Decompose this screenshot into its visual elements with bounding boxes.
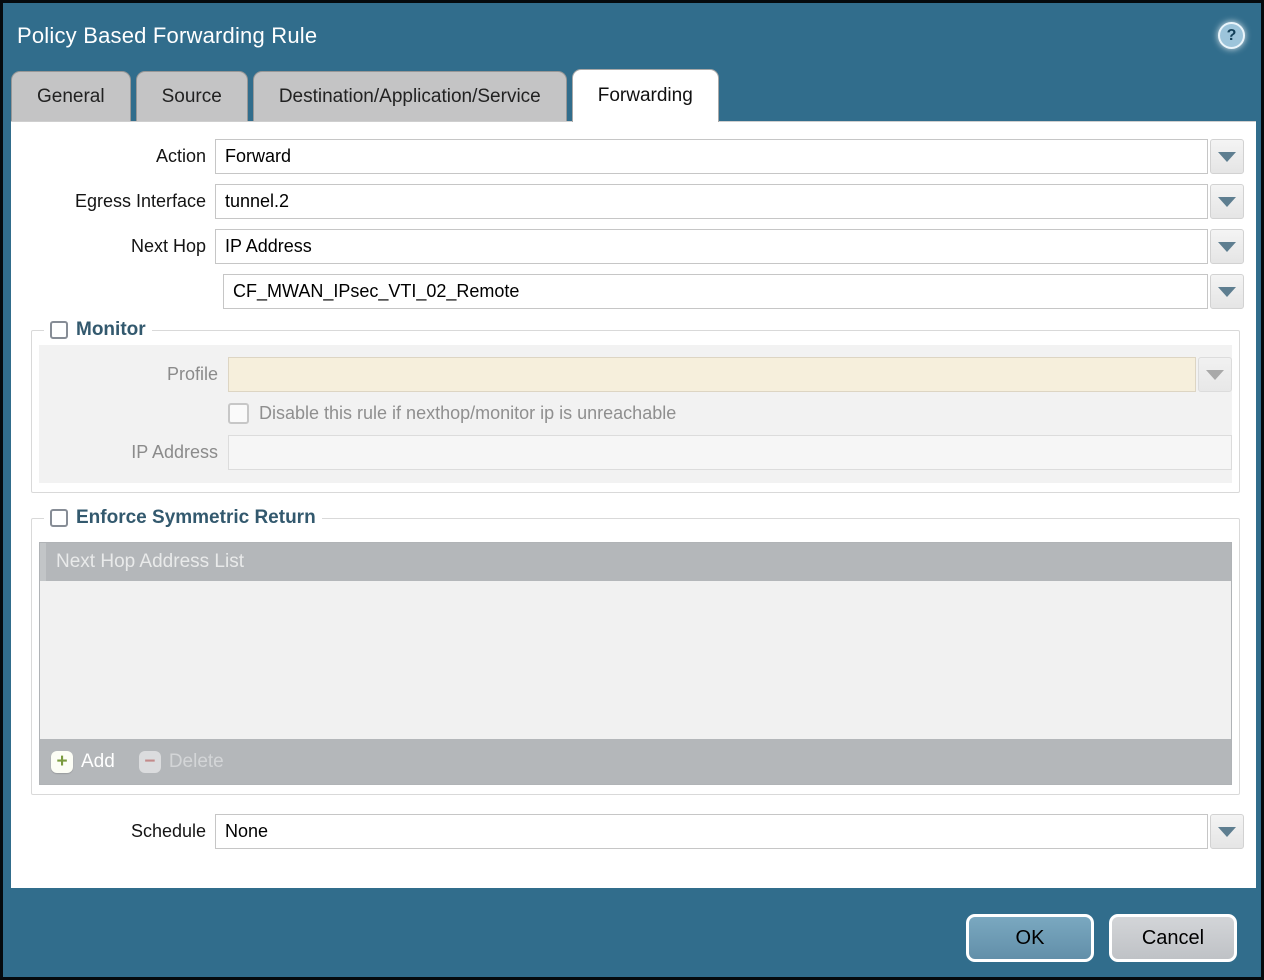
profile-label: Profile <box>39 364 228 385</box>
enforce-symmetric-return-section: Enforce Symmetric Return Next Hop Addres… <box>31 507 1240 795</box>
monitor-ip-row: IP Address <box>39 435 1232 470</box>
profile-select[interactable] <box>228 357 1196 392</box>
dialog-titlebar: Policy Based Forwarding Rule ? <box>3 3 1261 68</box>
table-body[interactable] <box>40 581 1231 739</box>
table-footer: + Add − Delete <box>40 739 1231 784</box>
chevron-down-icon <box>1218 242 1236 252</box>
chevron-down-icon <box>1218 152 1236 162</box>
delete-button-label: Delete <box>169 751 224 773</box>
add-button[interactable]: + Add <box>51 751 115 773</box>
schedule-label: Schedule <box>11 821 215 842</box>
chevron-down-icon <box>1206 370 1224 380</box>
egress-interface-dropdown-button[interactable] <box>1210 184 1244 219</box>
disable-rule-checkbox[interactable] <box>228 403 249 424</box>
next-hop-dropdown-button[interactable] <box>1210 229 1244 264</box>
next-hop-type-select[interactable]: IP Address <box>215 229 1208 264</box>
chevron-down-icon <box>1218 287 1236 297</box>
profile-dropdown-button[interactable] <box>1198 357 1232 392</box>
dialog-title: Policy Based Forwarding Rule <box>17 23 317 49</box>
egress-interface-label: Egress Interface <box>11 191 215 212</box>
forwarding-tab-content: Action Forward Egress Interface tunnel.2… <box>11 121 1256 888</box>
chevron-down-icon <box>1218 197 1236 207</box>
enforce-symmetric-return-legend: Enforce Symmetric Return <box>44 507 322 529</box>
next-hop-label: Next Hop <box>11 236 215 257</box>
policy-based-forwarding-dialog: Policy Based Forwarding Rule ? General S… <box>0 0 1264 980</box>
ok-button[interactable]: OK <box>966 914 1094 962</box>
schedule-dropdown-button[interactable] <box>1210 814 1244 849</box>
plus-icon: + <box>51 751 73 773</box>
monitor-ip-label: IP Address <box>39 442 228 463</box>
schedule-row: Schedule None <box>11 814 1244 849</box>
action-select[interactable]: Forward <box>215 139 1208 174</box>
minus-icon: − <box>139 751 161 773</box>
next-hop-address-list-table: Next Hop Address List + Add − Delete <box>39 542 1232 785</box>
action-dropdown-button[interactable] <box>1210 139 1244 174</box>
egress-interface-select[interactable]: tunnel.2 <box>215 184 1208 219</box>
schedule-select[interactable]: None <box>215 814 1208 849</box>
disable-rule-label: Disable this rule if nexthop/monitor ip … <box>259 403 676 424</box>
tab-destination-application-service[interactable]: Destination/Application/Service <box>253 71 567 121</box>
cancel-button[interactable]: Cancel <box>1109 914 1237 962</box>
egress-interface-row: Egress Interface tunnel.2 <box>11 184 1244 219</box>
tab-source[interactable]: Source <box>136 71 248 121</box>
monitor-section: Monitor Profile Disable this rule if nex… <box>31 319 1240 493</box>
chevron-down-icon <box>1218 827 1236 837</box>
action-label: Action <box>11 146 215 167</box>
tab-general[interactable]: General <box>11 71 131 121</box>
help-icon[interactable]: ? <box>1218 22 1245 49</box>
disable-rule-row: Disable this rule if nexthop/monitor ip … <box>39 403 1232 424</box>
next-hop-address-select[interactable]: CF_MWAN_IPsec_VTI_02_Remote <box>223 274 1208 309</box>
enforce-symmetric-return-label: Enforce Symmetric Return <box>76 507 316 529</box>
profile-row: Profile <box>39 357 1232 392</box>
dialog-footer: OK Cancel <box>966 914 1237 962</box>
enforce-symmetric-return-checkbox[interactable] <box>50 509 68 527</box>
tab-strip: General Source Destination/Application/S… <box>3 68 1261 121</box>
table-header-label: Next Hop Address List <box>56 551 244 573</box>
add-button-label: Add <box>81 751 115 773</box>
action-row: Action Forward <box>11 139 1244 174</box>
monitor-checkbox[interactable] <box>50 321 68 339</box>
next-hop-row: Next Hop IP Address <box>11 229 1244 264</box>
tab-forwarding[interactable]: Forwarding <box>572 69 719 122</box>
table-header: Next Hop Address List <box>40 543 1231 581</box>
monitor-ip-input[interactable] <box>228 435 1232 470</box>
next-hop-address-row: CF_MWAN_IPsec_VTI_02_Remote <box>11 274 1244 309</box>
next-hop-address-dropdown-button[interactable] <box>1210 274 1244 309</box>
monitor-section-label: Monitor <box>76 319 146 341</box>
monitor-legend: Monitor <box>44 319 152 341</box>
delete-button[interactable]: − Delete <box>139 751 224 773</box>
monitor-panel: Profile Disable this rule if nexthop/mon… <box>39 345 1232 483</box>
